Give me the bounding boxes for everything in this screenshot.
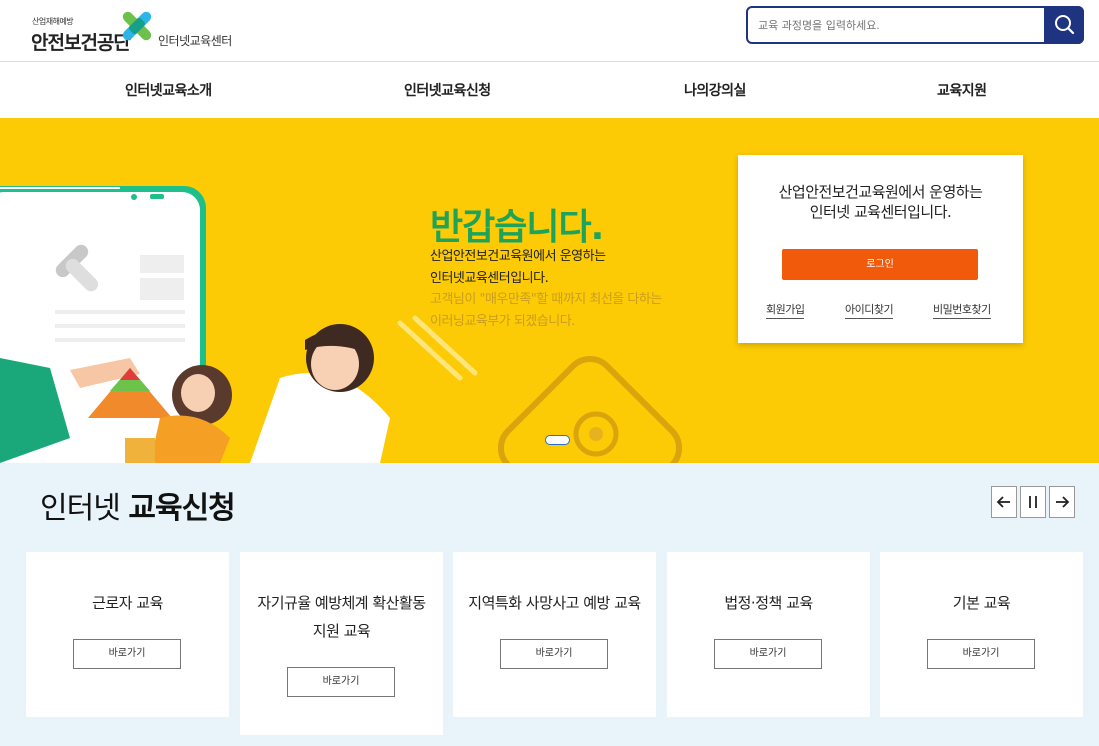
search-icon: [1055, 15, 1075, 35]
site-logo[interactable]: 산업재해예방 안전보건공단 인터넷교육센터: [31, 6, 251, 54]
card-title: 기본 교육: [952, 594, 1011, 612]
next-button[interactable]: [1049, 486, 1075, 518]
find-id-link[interactable]: 아이디찾기: [845, 301, 894, 319]
card-title: 법정·정책 교육: [724, 594, 813, 612]
search-bar: [746, 6, 1084, 44]
hero-title: 반갑습니다.: [430, 207, 604, 248]
hero-text-line: 고객님이 "매우만족"할 때까지 최선을 다하는: [430, 292, 662, 307]
arrow-right-icon: [1056, 496, 1070, 508]
education-card: 지역특화 사망사고 예방 교육 바로가기: [453, 552, 656, 717]
education-card: 기본 교육 바로가기: [880, 552, 1083, 717]
search-input[interactable]: [758, 14, 1038, 36]
login-panel: 산업안전보건교육원에서 운영하는 인터넷 교육센터입니다. 로그인 회원가입 아…: [738, 155, 1023, 343]
signup-link[interactable]: 회원가입: [766, 301, 805, 319]
arrow-left-icon: [996, 496, 1010, 508]
logo-name: 안전보건공단: [31, 32, 131, 54]
section-title: 인터넷 교육신청: [40, 483, 236, 527]
hero-text-line: 인터넷교육센터입니다.: [430, 271, 549, 286]
prev-button[interactable]: [991, 486, 1017, 518]
card-go-button[interactable]: 바로가기: [927, 639, 1035, 669]
login-button[interactable]: 로그인: [782, 249, 978, 280]
section-title-bold: 교육신청: [128, 491, 235, 526]
section-title-normal: 인터넷: [40, 491, 121, 526]
card-title-line: 지원 교육: [312, 622, 371, 640]
hero-text-line: 이러닝교육부가 되겠습니다.: [430, 314, 575, 329]
find-password-link[interactable]: 비밀번호찾기: [933, 301, 991, 319]
card-go-button[interactable]: 바로가기: [500, 639, 608, 669]
cross-logo-icon: [122, 11, 152, 41]
card-go-button[interactable]: 바로가기: [73, 639, 181, 669]
site-header: 산업재해예방 안전보건공단 인터넷교육센터: [0, 0, 1099, 62]
hero-text-line: 산업안전보건교육원에서 운영하는: [430, 249, 606, 264]
education-card: 법정·정책 교육 바로가기: [667, 552, 870, 717]
login-description: 인터넷 교육센터입니다.: [809, 203, 952, 221]
pause-icon: [1029, 496, 1037, 508]
search-button[interactable]: [1044, 6, 1084, 44]
logo-tagline: 산업재해예방: [32, 17, 74, 26]
card-title-line: 자기규율 예방체계 확산활동: [257, 594, 426, 612]
nav-item-classroom[interactable]: 나의강의실: [684, 80, 746, 100]
card-title: 지역특화 사망사고 예방 교육: [468, 594, 641, 612]
pause-button[interactable]: [1020, 486, 1046, 518]
login-description: 산업안전보건교육원에서 운영하는: [778, 183, 983, 201]
nav-item-apply[interactable]: 인터넷교육신청: [404, 80, 491, 100]
logo-subtitle: 인터넷교육센터: [158, 34, 232, 48]
education-card: 근로자 교육 바로가기: [26, 552, 229, 717]
slide-indicator[interactable]: [545, 435, 570, 445]
education-apply-section: 인터넷 교육신청 근로자 교육 바로가기 자기규율 예방체계 확산활동 지원 교…: [0, 463, 1099, 746]
hero-banner: 반갑습니다. 산업안전보건교육원에서 운영하는 인터넷교육센터입니다. 고객님이…: [0, 118, 1099, 463]
card-title: 근로자 교육: [92, 594, 163, 612]
nav-item-support[interactable]: 교육지원: [937, 80, 987, 100]
education-card: 자기규율 예방체계 확산활동 지원 교육 바로가기: [240, 552, 443, 735]
card-go-button[interactable]: 바로가기: [287, 667, 395, 697]
main-nav: 인터넷교육소개 인터넷교육신청 나의강의실 교육지원: [0, 63, 1099, 118]
nav-item-intro[interactable]: 인터넷교육소개: [125, 80, 212, 100]
card-go-button[interactable]: 바로가기: [714, 639, 822, 669]
